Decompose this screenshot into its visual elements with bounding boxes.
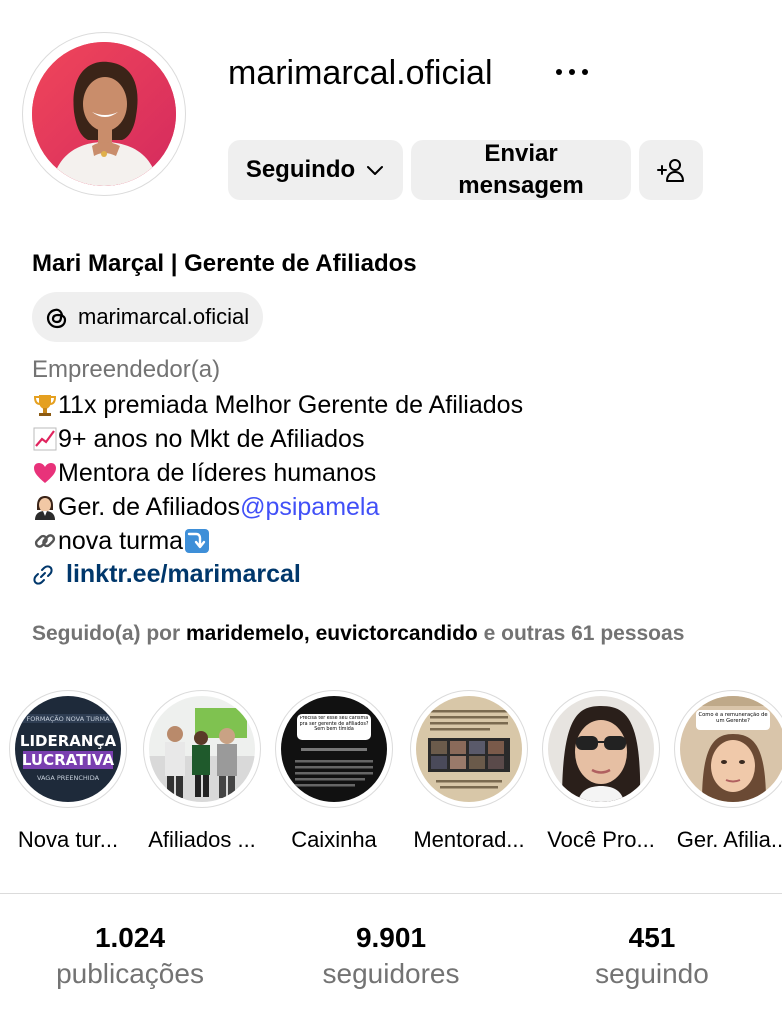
highlight-cover-text: FORMAÇÃO NOVA TURMA (26, 714, 110, 723)
following-count-label: seguindo (595, 958, 709, 989)
followed-by-user: maridemelo (186, 622, 304, 645)
more-options-button[interactable] (548, 54, 596, 90)
bio-line: 9+ anos no Mkt de Afiliados (32, 422, 364, 456)
bio-text: 11x premiada Melhor Gerente de Afiliados (58, 391, 524, 419)
highlight-cover-text: VAGA PREENCHIDA (37, 774, 100, 782)
more-dot-icon (556, 69, 562, 75)
highlight-cover: FORMAÇÃO NOVA TURMA LIDERANÇA LUCRATIVA … (15, 696, 121, 802)
threads-icon (46, 308, 67, 329)
followed-by-suffix: e outras 61 pessoas (477, 622, 685, 645)
followed-by-user: euvictorcandido (315, 622, 478, 645)
threads-handle: marimarcal.oficial (78, 304, 250, 329)
highlight-cover: Como é a remuneração de um Gerente? (680, 696, 782, 802)
chevron-down-icon (367, 166, 384, 175)
mention-link[interactable]: @psipamela (240, 490, 379, 524)
highlight-ring: Como é a remuneração de um Gerente? (674, 690, 782, 808)
highlight-item[interactable]: FORMAÇÃO NOVA TURMA LIDERANÇA LUCRATIVA … (3, 690, 133, 854)
highlight-ring (143, 690, 261, 808)
bio-line: Ger. de Afiliados @psipamela (32, 490, 379, 524)
highlight-ring (542, 690, 660, 808)
bio-line: 11x premiada Melhor Gerente de Afiliados (32, 388, 523, 422)
following-button[interactable]: Seguindo (228, 140, 403, 200)
bio-text: Mentora de líderes humanos (58, 459, 377, 487)
bio-line: Mentora de líderes humanos (32, 456, 376, 490)
followed-by-separator: , (303, 622, 316, 645)
posts-count[interactable]: 1.024 publicações (0, 920, 260, 992)
highlight-item[interactable]: Mentorad... (404, 690, 534, 854)
bio-text: 9+ anos no Mkt de Afiliados (58, 425, 365, 453)
highlight-cover-text: Como é a remuneração de um Gerente? (698, 712, 768, 724)
followers-count-label: seguidores (322, 958, 460, 989)
bio-text: Ger. de Afiliados (58, 493, 241, 521)
send-message-button[interactable]: Enviar mensagem (411, 140, 631, 200)
highlight-item[interactable]: Afiliados ... (137, 690, 267, 854)
send-message-label-line1: Enviar (484, 140, 558, 167)
followed-by-prefix: Seguido(a) por (32, 622, 186, 645)
highlight-item[interactable]: Como é a remuneração de um Gerente? Ger.… (668, 690, 782, 854)
threads-badge[interactable]: marimarcal.oficial (32, 292, 264, 342)
link-emoji-icon (32, 528, 58, 554)
following-label: Seguindo (245, 156, 356, 183)
highlight-label: Ger. Afilia... (676, 827, 782, 852)
highlight-cover-text: LUCRATIVA (22, 751, 115, 769)
bio-text: nova turma (58, 527, 184, 555)
posts-count-label: publicações (56, 958, 204, 989)
highlight-cover: Precisa ter esse seu carisma pra ser ger… (281, 696, 387, 802)
highlight-label: Caixinha (291, 827, 377, 852)
section-divider (0, 893, 782, 894)
profile-avatar[interactable] (22, 32, 186, 196)
bio-line: nova turma (32, 524, 211, 558)
more-dot-icon (569, 69, 575, 75)
highlight-label: Afiliados ... (148, 827, 256, 852)
external-link-text: linktr.ee/marimarcal (66, 560, 301, 588)
highlight-cover (548, 696, 654, 802)
pink-heart-emoji-icon (32, 460, 58, 486)
story-highlights: FORMAÇÃO NOVA TURMA LIDERANÇA LUCRATIVA … (0, 690, 782, 852)
highlight-cover (416, 696, 522, 802)
highlight-ring: Precisa ter esse seu carisma pra ser ger… (275, 690, 393, 808)
following-count-value: 451 (628, 922, 676, 953)
highlight-cover-text: LIDERANÇA (20, 732, 117, 750)
more-dot-icon (582, 69, 588, 75)
highlight-label: Nova tur... (17, 827, 119, 852)
followed-by-text[interactable]: Seguido(a) por maridemelo, euvictorcandi… (32, 620, 684, 648)
highlight-ring (410, 690, 528, 808)
highlight-item[interactable]: Você Pro... (536, 690, 666, 854)
trophy-emoji-icon (32, 392, 58, 418)
username: marimarcal.oficial (228, 54, 493, 92)
send-message-label-line2: mensagem (458, 172, 584, 199)
highlight-cover (149, 696, 255, 802)
highlight-cover-text: Precisa ter esse seu carisma pra ser ger… (299, 716, 369, 733)
add-person-icon (657, 159, 684, 182)
profile-category: Empreendedor(a) (32, 356, 221, 383)
highlight-item[interactable]: Precisa ter esse seu carisma pra ser ger… (269, 690, 399, 854)
followers-count[interactable]: 9.901 seguidores (261, 920, 521, 992)
profile-full-name: Mari Marçal | Gerente de Afiliados (32, 250, 417, 277)
link-icon (33, 564, 53, 585)
arrow-down-emoji-icon (183, 527, 211, 555)
highlight-label: Você Pro... (547, 827, 655, 852)
highlight-ring: FORMAÇÃO NOVA TURMA LIDERANÇA LUCRATIVA … (9, 690, 127, 808)
suggest-people-button[interactable] (639, 140, 703, 200)
external-link[interactable]: linktr.ee/marimarcal (32, 560, 301, 589)
woman-office-worker-emoji-icon (32, 494, 58, 520)
posts-count-value: 1.024 (94, 922, 166, 953)
avatar-photo (32, 42, 176, 186)
followers-count-value: 9.901 (355, 922, 427, 953)
highlight-label: Mentorad... (413, 827, 525, 852)
chart-increasing-emoji-icon (32, 426, 58, 452)
following-count[interactable]: 451 seguindo (522, 920, 782, 992)
